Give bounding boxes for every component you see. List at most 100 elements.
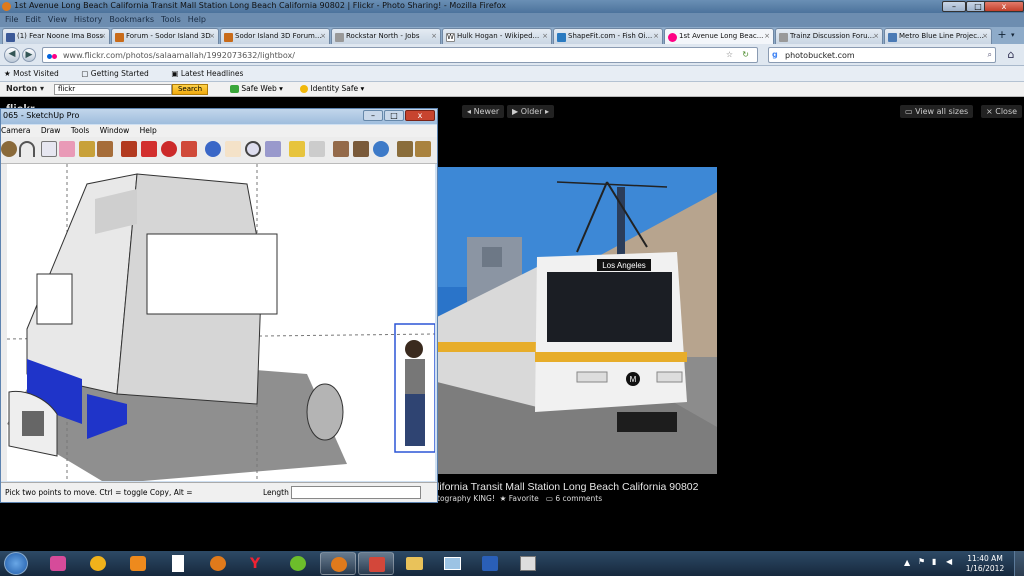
tray-network-icon[interactable]: ▮ (932, 557, 936, 566)
home-icon[interactable]: ⌂ (1003, 48, 1019, 62)
url-bar[interactable]: www.flickr.com/photos/salaamallah/199207… (42, 47, 758, 63)
su-menu-draw[interactable]: Draw (41, 126, 61, 135)
norton-search-input[interactable]: flickr (54, 84, 172, 95)
comments-link[interactable]: 6 comments (555, 494, 602, 503)
forward-button[interactable]: ▶ (22, 48, 36, 62)
menu-item-view[interactable]: View (48, 15, 67, 24)
tab-metro[interactable]: Metro Blue Line Projec... × (884, 28, 992, 44)
circle-tool-icon[interactable] (1, 141, 17, 157)
tray-expand-icon[interactable]: ▲ (904, 558, 910, 567)
tab-close-icon[interactable]: × (982, 32, 988, 40)
warehouse-icon[interactable] (415, 141, 431, 157)
menu-item-tools[interactable]: Tools (161, 15, 181, 24)
norton-logo[interactable]: Norton ▾ (6, 84, 44, 93)
tab-trainz[interactable]: Trainz Discussion Foru... × (775, 28, 883, 44)
tray-volume-icon[interactable]: ◀ (946, 557, 952, 566)
sketchup-minimize-button[interactable]: – (363, 110, 383, 121)
look-around-icon[interactable] (373, 141, 389, 157)
taskbar-bluetooth-icon[interactable] (80, 552, 116, 575)
su-menu-help[interactable]: Help (140, 126, 157, 135)
offset-tool-icon[interactable] (181, 141, 197, 157)
pushpull-tool-icon[interactable] (41, 141, 57, 157)
paint-bucket-icon[interactable] (79, 141, 95, 157)
newer-button[interactable]: ◂ Newer (462, 105, 505, 118)
su-menu-tools[interactable]: Tools (71, 126, 89, 135)
taskbar-sketchup-running[interactable] (358, 552, 394, 575)
sketchup-maximize-button[interactable]: □ (384, 110, 404, 121)
position-camera-icon[interactable] (333, 141, 349, 157)
tab-close-icon[interactable]: × (100, 32, 106, 40)
tab-close-icon[interactable]: × (320, 32, 326, 40)
bookmark-getting-started[interactable]: ▢ Getting Started (81, 69, 158, 78)
taskbar-spotify-icon[interactable] (280, 552, 316, 575)
safe-web-button[interactable]: Safe Web ▾ (230, 84, 283, 93)
menu-item-bookmarks[interactable]: Bookmarks (109, 15, 154, 24)
bookmark-most-visited[interactable]: ★ Most Visited (4, 69, 69, 78)
minimize-button[interactable]: – (942, 1, 966, 12)
zoom-extents-icon[interactable] (265, 141, 281, 157)
rotate-circle-icon[interactable] (161, 141, 177, 157)
sketchup-close-button[interactable]: x (405, 110, 435, 121)
norton-search-button[interactable]: Search (172, 84, 208, 95)
follow-me-icon[interactable] (97, 141, 113, 157)
taskbar-word-icon[interactable] (472, 552, 508, 575)
taskbar-paint-icon[interactable] (510, 552, 546, 575)
taskbar-window-icon[interactable] (434, 552, 470, 575)
taskbar-explorer-icon[interactable] (396, 552, 432, 575)
move-tool-icon[interactable] (121, 141, 137, 157)
tab-close-icon[interactable]: × (653, 32, 659, 40)
orbit-tool-icon[interactable] (205, 141, 221, 157)
taskbar-firefox-icon[interactable] (200, 552, 236, 575)
tab-facebook[interactable]: (1) Fear Noone Ima Boss × (2, 28, 110, 44)
dimension-icon[interactable] (309, 141, 325, 157)
close-lightbox-button[interactable]: × Close (981, 105, 1023, 118)
show-desktop-button[interactable] (1014, 551, 1024, 576)
search-icon[interactable]: ⌕ (988, 50, 992, 60)
component-icon[interactable] (397, 141, 413, 157)
tab-close-icon[interactable]: × (764, 32, 770, 40)
pan-tool-icon[interactable] (225, 141, 241, 157)
tab-close-icon[interactable]: × (542, 32, 548, 40)
older-button[interactable]: ▶ Older ▸ (507, 105, 555, 118)
su-menu-window[interactable]: Window (100, 126, 130, 135)
close-button[interactable]: x (984, 1, 1024, 12)
bookmark-latest-headlines[interactable]: ▣ Latest Headlines (171, 69, 253, 78)
photo-author[interactable]: tography KING! (437, 494, 495, 503)
length-input[interactable] (291, 486, 421, 499)
tab-forum[interactable]: Forum - Sodor Island 3D × (111, 28, 219, 44)
zoom-tool-icon[interactable] (245, 141, 261, 157)
tab-shapefit[interactable]: ShapeFit.com - Fish Oi... × (553, 28, 663, 44)
sketchup-viewport[interactable] (7, 164, 435, 481)
taskbar-app-icon[interactable] (40, 552, 76, 575)
arc-tool-icon[interactable] (19, 141, 35, 157)
new-tab-button[interactable]: + (995, 29, 1009, 42)
start-button[interactable] (4, 552, 28, 575)
favorite-link[interactable]: Favorite (509, 494, 539, 503)
favorite-star-icon[interactable]: ★ (500, 494, 507, 503)
section-plane-icon[interactable] (289, 141, 305, 157)
tray-flag-icon[interactable]: ⚑ (918, 557, 925, 566)
bookmark-star-icon[interactable]: ☆ (726, 50, 733, 59)
identity-safe-button[interactable]: Identity Safe ▾ (300, 84, 364, 93)
tab-sodor-forum[interactable]: Sodor Island 3D Forum... × (220, 28, 330, 44)
taskbar-yahoo-icon[interactable]: Y (240, 552, 276, 575)
menu-item-history[interactable]: History (74, 15, 102, 24)
rotate-tool-icon[interactable] (141, 141, 157, 157)
tab-wikipedia[interactable]: W Hulk Hogan - Wikiped... × (442, 28, 552, 44)
tab-list-button[interactable]: ▾ (1011, 31, 1015, 39)
taskbar-document-icon[interactable] (160, 552, 196, 575)
clock[interactable]: 11:40 AM 1/16/2012 (960, 554, 1010, 574)
back-button[interactable]: ◀ (4, 47, 20, 63)
view-all-sizes-button[interactable]: ▭ View all sizes (900, 105, 974, 118)
menu-item-help[interactable]: Help (188, 15, 206, 24)
walk-tool-icon[interactable] (353, 141, 369, 157)
train-photo[interactable]: Los Angeles M (437, 167, 717, 474)
eraser-tool-icon[interactable] (59, 141, 75, 157)
taskbar-media-player-icon[interactable] (120, 552, 156, 575)
reload-icon[interactable]: ↻ (742, 50, 749, 59)
tab-rockstar[interactable]: Rockstar North - Jobs × (331, 28, 441, 44)
menu-item-file[interactable]: File (5, 15, 18, 24)
tab-flickr[interactable]: 1st Avenue Long Beac... × (664, 28, 774, 44)
taskbar-firefox-running[interactable] (320, 552, 356, 575)
tab-close-icon[interactable]: × (873, 32, 879, 40)
